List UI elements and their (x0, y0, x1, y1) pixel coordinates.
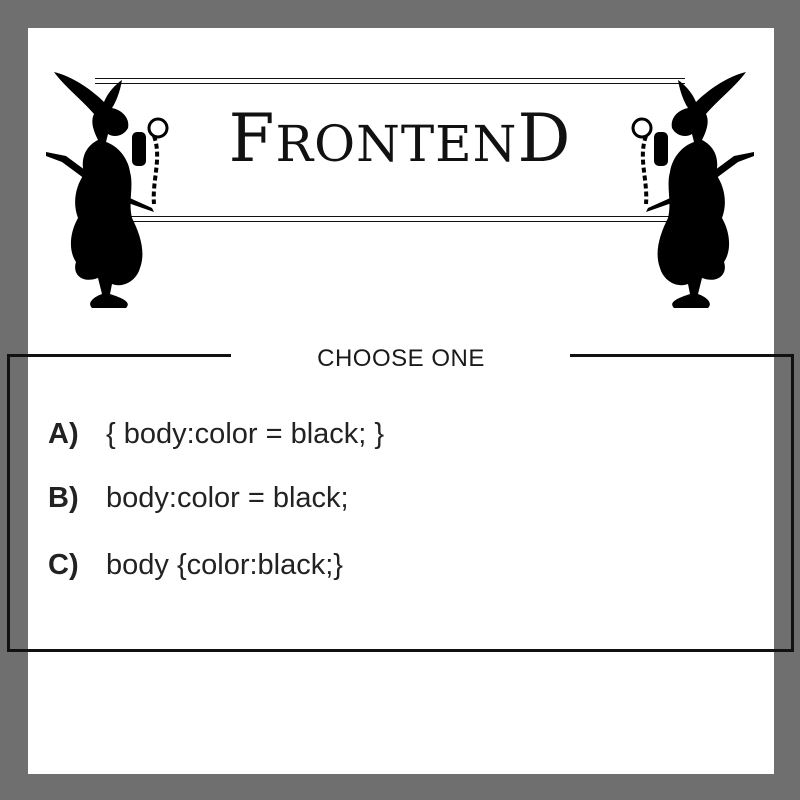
choose-one-label: CHOOSE ONE (317, 345, 485, 372)
question-box-top-right-border (570, 354, 794, 357)
option-letter: B) (48, 482, 79, 514)
option-c[interactable]: C) body {color:black;} (48, 549, 343, 582)
rabbit-silhouette-icon (46, 72, 169, 308)
banner-bottom-line-2 (95, 221, 685, 222)
option-letter: C) (48, 549, 79, 581)
page-title: FRONTEND (228, 100, 572, 177)
option-a[interactable]: A) { body:color = black; } (48, 418, 384, 451)
option-text: body:color = black; (106, 482, 349, 514)
option-b[interactable]: B) body:color = black; (48, 482, 349, 515)
option-letter: A) (48, 418, 79, 450)
banner-bottom-line (95, 216, 685, 217)
rabbit-silhouette-icon (631, 72, 754, 308)
quiz-card: FRONTEND CHOOSE ONE A) { body:color = bla… (0, 0, 800, 800)
option-text: body {color:black;} (106, 549, 343, 581)
banner-top-line (95, 78, 685, 79)
banner-top-line-2 (95, 83, 685, 84)
question-box-top-left-border (7, 354, 231, 357)
option-text: { body:color = black; } (106, 418, 385, 450)
